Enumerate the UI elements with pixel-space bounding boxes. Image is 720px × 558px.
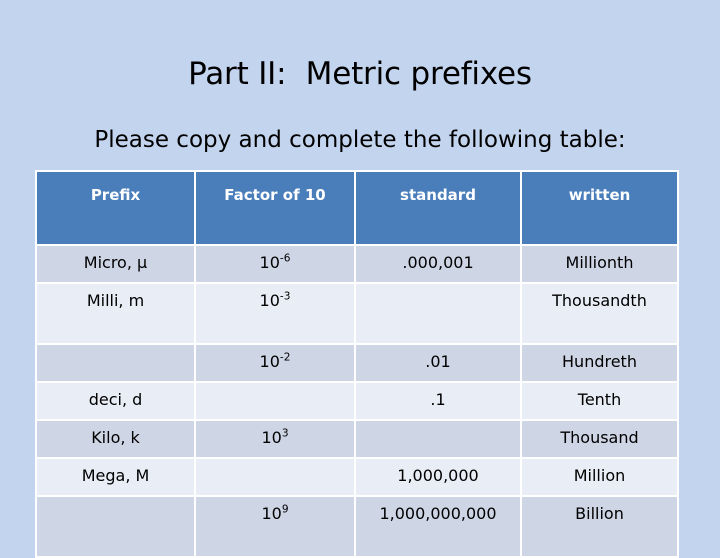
cell-factor-base: 10 [259, 253, 280, 272]
table-row: Mega, M 1,000,000 Million [35, 459, 679, 497]
metric-prefix-table-container: Prefix Factor of 10 standard written Mic… [35, 170, 679, 558]
table-row: Milli, m 10-3 Thousandth [35, 284, 679, 345]
table-row: Kilo, k 103 Thousand [35, 421, 679, 459]
table-header-row: Prefix Factor of 10 standard written [35, 170, 679, 246]
cell-factor-base: 10 [259, 352, 280, 371]
column-header-standard: standard [356, 170, 522, 246]
cell-factor [196, 459, 356, 497]
cell-prefix: Kilo, k [35, 421, 196, 459]
cell-factor: 10-6 [196, 246, 356, 284]
cell-prefix: Mega, M [35, 459, 196, 497]
cell-standard [356, 284, 522, 345]
cell-written: Tenth [522, 383, 679, 421]
cell-factor-exponent: -2 [279, 351, 291, 364]
cell-prefix: Micro, μ [35, 246, 196, 284]
cell-factor: 109 [196, 497, 356, 558]
cell-factor: 10-3 [196, 284, 356, 345]
cell-prefix: deci, d [35, 383, 196, 421]
cell-written: Billion [522, 497, 679, 558]
cell-written: Thousandth [522, 284, 679, 345]
cell-prefix [35, 345, 196, 383]
cell-factor-exponent: -3 [279, 290, 291, 303]
cell-written: Hundreth [522, 345, 679, 383]
cell-written: Million [522, 459, 679, 497]
cell-written: Thousand [522, 421, 679, 459]
cell-prefix [35, 497, 196, 558]
page-title: Part II: Metric prefixes [188, 56, 532, 92]
table-row: 10-2 .01 Hundreth [35, 345, 679, 383]
cell-standard: 1,000,000 [356, 459, 522, 497]
cell-factor [196, 383, 356, 421]
column-header-prefix: Prefix [35, 170, 196, 246]
cell-standard: 1,000,000,000 [356, 497, 522, 558]
cell-standard: .1 [356, 383, 522, 421]
cell-factor: 10-2 [196, 345, 356, 383]
slide-subtitle: Please copy and complete the following t… [94, 127, 626, 153]
cell-factor-exponent: 9 [281, 503, 289, 516]
cell-factor: 103 [196, 421, 356, 459]
table-body: Micro, μ 10-6 .000,001 Millionth Milli, … [35, 246, 679, 558]
cell-standard: .01 [356, 345, 522, 383]
column-header-written: written [522, 170, 679, 246]
column-header-factor: Factor of 10 [196, 170, 356, 246]
table-row: deci, d .1 Tenth [35, 383, 679, 421]
slide-canvas: Part II: Metric prefixes Please copy and… [0, 0, 720, 558]
cell-prefix: Milli, m [35, 284, 196, 345]
table-row: Micro, μ 10-6 .000,001 Millionth [35, 246, 679, 284]
cell-factor-base: 10 [259, 291, 280, 310]
metric-prefix-table: Prefix Factor of 10 standard written Mic… [35, 170, 679, 558]
cell-standard: .000,001 [356, 246, 522, 284]
table-row: 109 1,000,000,000 Billion [35, 497, 679, 558]
cell-factor-base: 10 [261, 504, 282, 523]
cell-standard [356, 421, 522, 459]
cell-factor-exponent: 3 [281, 427, 289, 440]
cell-factor-base: 10 [261, 428, 282, 447]
cell-factor-exponent: -6 [279, 252, 291, 265]
cell-written: Millionth [522, 246, 679, 284]
